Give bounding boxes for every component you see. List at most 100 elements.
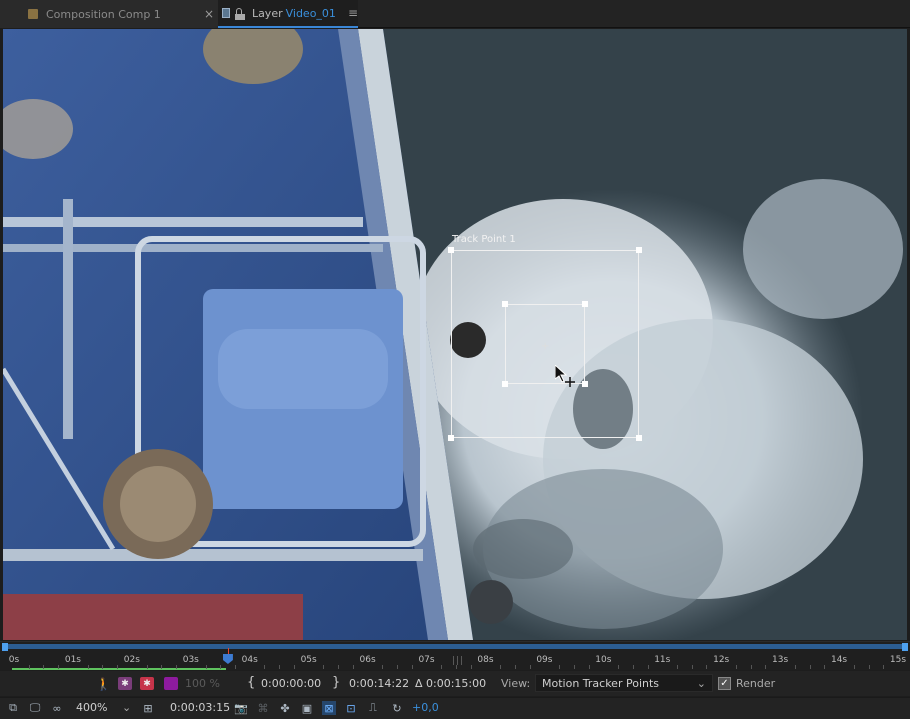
time-ruler-minor-tick [264, 665, 266, 669]
duration-value: Δ 0:00:15:00 [415, 677, 487, 690]
exposure-value[interactable]: +0,0 [412, 701, 439, 714]
track-point-label: Track Point 1 [452, 234, 516, 245]
channel-icon[interactable]: ✤ [278, 701, 292, 715]
search-region-handle[interactable] [636, 435, 642, 441]
time-ruler-minor-tick [161, 665, 163, 669]
snapshot-icon[interactable]: 📷 [234, 701, 248, 715]
out-point-value[interactable]: 0:00:14:22 [349, 677, 409, 690]
layer-viewer[interactable]: Track Point 1 + [3, 29, 907, 640]
3d-view-icon[interactable]: ⎍ [366, 701, 380, 715]
work-area-start-handle[interactable] [2, 643, 8, 651]
time-ruler-tick: 10s [595, 655, 612, 665]
time-ruler-tick: 14s [830, 655, 848, 665]
feature-region-handle[interactable] [502, 381, 508, 387]
move-cursor-icon [555, 365, 575, 387]
set-out-point-icon[interactable]: } [332, 675, 340, 690]
time-ruler-minor-tick [794, 665, 796, 669]
feature-region-handle[interactable] [502, 301, 508, 307]
time-ruler-minor-tick [176, 665, 178, 669]
search-region-handle[interactable] [448, 435, 454, 441]
time-ruler-minor-tick [411, 665, 413, 669]
time-ruler-minor-tick [647, 665, 649, 669]
time-ruler[interactable]: ||| 0s 01s 02s 03s 04s 05s 06s 07s 08s 09s 10s 11s 1… [0, 641, 910, 670]
transparency-grid-icon[interactable]: ⊠ [322, 701, 336, 715]
time-ruler-minor-tick [146, 665, 148, 669]
time-ruler-minor-tick [279, 665, 281, 669]
in-point-value[interactable]: 0:00:00:00 [261, 677, 321, 690]
cache-marker: ||| [452, 656, 465, 666]
time-ruler-minor-tick [853, 665, 855, 669]
view-dropdown-value: Motion Tracker Points [542, 676, 660, 690]
viewer-options-bar: ⧉ 🖵 ∞ 400% ⌄ ⊞ 0:00:03:15 📷 ⌘ ✤ ▣ ⊠ ⊡ ⎍ … [0, 697, 910, 719]
current-time-value[interactable]: 0:00:03:15 [170, 701, 230, 714]
close-icon[interactable]: × [204, 7, 214, 21]
panel-menu-icon[interactable]: ≡ [348, 6, 358, 20]
set-in-point-icon[interactable]: { [247, 675, 255, 690]
time-ruler-tick: 07s [418, 655, 435, 665]
chevron-down-icon: ⌄ [696, 677, 706, 690]
onion-skin-icon[interactable]: ✱ [118, 677, 132, 690]
time-ruler-minor-tick [220, 665, 222, 669]
time-ruler-tick: 11s [654, 655, 671, 665]
time-ruler-minor-tick [765, 665, 767, 669]
opacity-value[interactable]: 100 % [185, 677, 220, 690]
lock-icon[interactable] [234, 7, 245, 20]
tab-composition[interactable]: Composition Comp 1 × [0, 0, 218, 28]
always-preview-icon[interactable]: ⧉ [6, 701, 20, 715]
work-area-end-handle[interactable] [902, 643, 908, 651]
time-ruler-tick: 13s [772, 655, 789, 665]
zoom-chevron-icon[interactable]: ⌄ [122, 701, 131, 714]
show-snapshot-icon[interactable]: ⌘ [256, 701, 270, 715]
composition-color-icon [28, 9, 38, 19]
feature-region-handle[interactable] [582, 301, 588, 307]
time-ruler-tick: 0s [8, 655, 20, 665]
tab-composition-label: Composition Comp 1 [46, 7, 161, 21]
time-ruler-minor-tick [632, 665, 634, 669]
time-ruler-minor-tick [588, 665, 590, 669]
keyframe-icon[interactable]: ✱ [140, 677, 154, 690]
vr-icon[interactable]: ∞ [50, 701, 64, 715]
time-ruler-minor-tick [43, 665, 45, 669]
walk-icon[interactable]: 🚶 [96, 677, 111, 691]
layer-controls-bar: 🚶 ✱ ✱ 100 % { 0:00:00:00 } 0:00:14:22 Δ … [0, 671, 910, 696]
time-ruler-minor-tick [883, 665, 885, 669]
time-ruler-minor-tick [441, 665, 443, 669]
time-ruler-minor-tick [205, 665, 207, 669]
zoom-value[interactable]: 400% [76, 701, 107, 714]
time-ruler-minor-tick [677, 665, 678, 669]
render-label: Render [736, 677, 776, 690]
time-ruler-minor-tick [529, 665, 531, 669]
reset-exposure-icon[interactable]: ↻ [390, 701, 404, 715]
time-ruler-minor-tick [397, 665, 399, 669]
time-ruler-minor-tick [382, 665, 384, 669]
time-ruler-minor-tick [735, 665, 737, 669]
time-ruler-minor-tick [824, 665, 826, 669]
time-ruler-tick: 03s [182, 655, 199, 665]
render-checkbox[interactable]: ✓ [718, 677, 731, 690]
region-of-interest-icon[interactable]: ▣ [300, 701, 314, 715]
time-ruler-tick: 09s [536, 655, 553, 665]
color-label-icon[interactable] [164, 677, 178, 690]
view-dropdown[interactable]: Motion Tracker Points ⌄ [535, 674, 713, 692]
search-region-handle[interactable] [636, 247, 642, 253]
display-icon[interactable]: 🖵 [28, 701, 42, 715]
feature-region-handle[interactable] [582, 381, 588, 387]
time-ruler-minor-tick [456, 665, 457, 669]
time-ruler-minor-tick [500, 665, 502, 669]
attach-point-icon[interactable]: + [541, 341, 549, 352]
tab-layer-name: Video_01 [285, 6, 336, 20]
time-ruler-tick: 15s [889, 655, 907, 665]
time-ruler-minor-tick [102, 665, 104, 669]
time-ruler-minor-tick [750, 665, 752, 669]
tab-layer[interactable]: Layer Video_01 ≡ [218, 0, 358, 28]
time-ruler-minor-tick [87, 665, 89, 669]
tab-layer-prefix: Layer [251, 6, 283, 20]
time-ruler-minor-tick [691, 665, 693, 669]
time-ruler-minor-tick [559, 665, 561, 669]
current-time-indicator[interactable] [222, 654, 233, 664]
search-region-handle[interactable] [448, 247, 454, 253]
time-ruler-tick: 01s [64, 655, 81, 665]
guides-icon[interactable]: ⊡ [344, 701, 358, 715]
work-area-bar[interactable] [4, 644, 906, 649]
safe-margins-icon[interactable]: ⊞ [141, 701, 155, 715]
